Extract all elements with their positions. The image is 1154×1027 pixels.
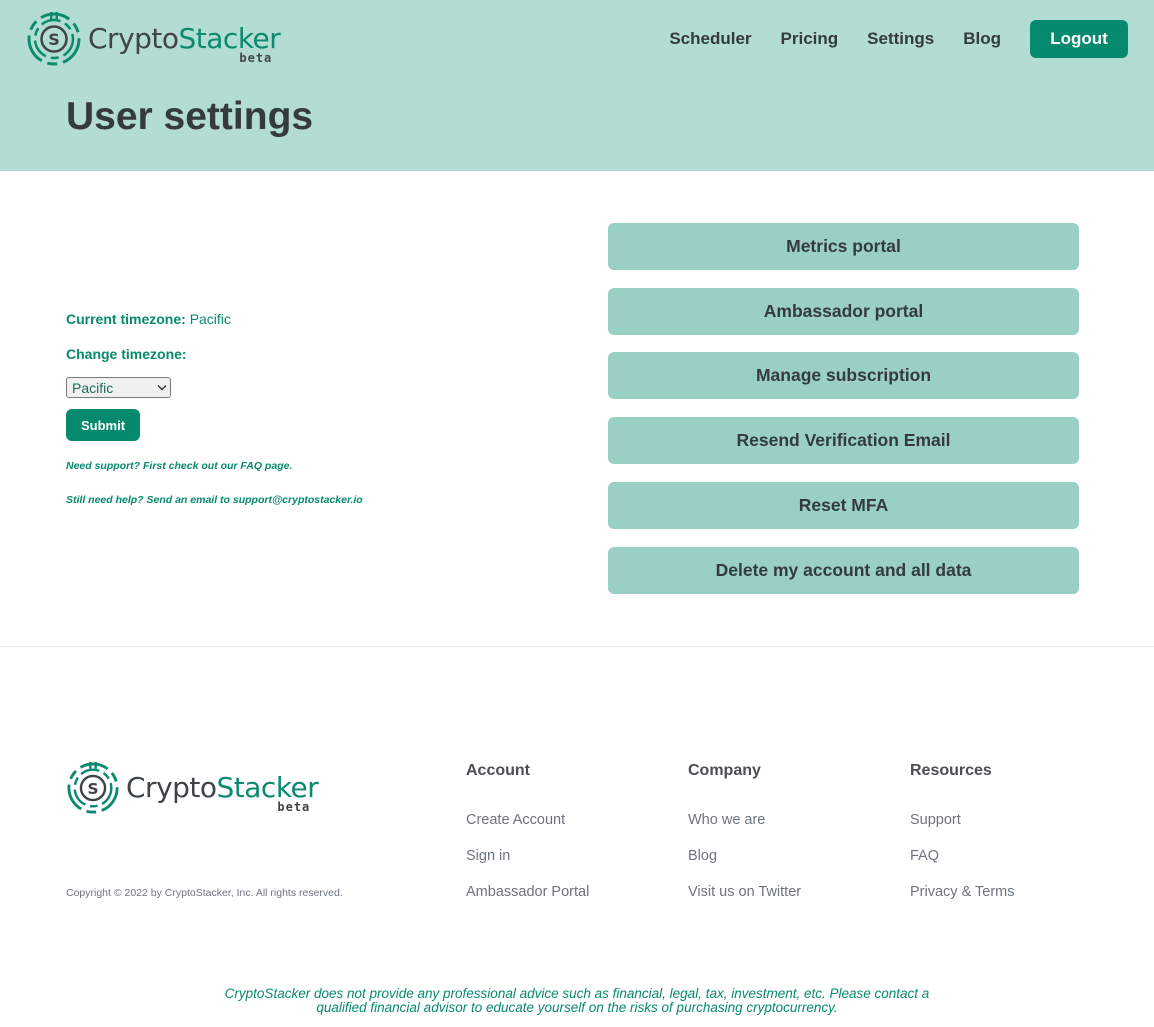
coin-logo-icon: S xyxy=(27,12,81,66)
metrics-portal-button[interactable]: Metrics portal xyxy=(608,223,1079,270)
main-nav: Scheduler Pricing Settings Blog Logout xyxy=(640,20,1128,58)
footer-link-privacy-terms[interactable]: Privacy & Terms xyxy=(910,884,1014,900)
footer-column-title: Company xyxy=(688,762,761,779)
footer-logo[interactable]: S CryptoStacker beta xyxy=(66,761,319,815)
footer-column-title: Resources xyxy=(910,762,992,779)
brand-logo[interactable]: S CryptoStacker beta xyxy=(26,11,281,67)
page-title: User settings xyxy=(66,95,314,138)
footer-link-ambassador-portal[interactable]: Ambassador Portal xyxy=(466,884,589,900)
brand-beta-tag: beta xyxy=(239,51,273,65)
timezone-selected-value: Pacific xyxy=(72,379,114,396)
disclaimer-line-2: qualified financial advisor to educate y… xyxy=(316,1000,838,1015)
footer-link-faq[interactable]: FAQ xyxy=(910,848,939,864)
footer-column-company: Company Who we are Blog Visit us on Twit… xyxy=(688,762,801,900)
footer-brand-name-part1: Crypto xyxy=(126,771,217,804)
nav-blog[interactable]: Blog xyxy=(963,29,1001,49)
footer-column-resources: Resources Support FAQ Privacy & Terms xyxy=(910,762,1014,900)
brand-wordmark: CryptoStacker beta xyxy=(88,22,281,66)
current-timezone: Current timezone: Pacific xyxy=(66,311,231,327)
ambassador-portal-button[interactable]: Ambassador portal xyxy=(608,288,1079,335)
nav-settings[interactable]: Settings xyxy=(867,29,934,49)
support-faq-text[interactable]: Need support? First check out our FAQ pa… xyxy=(66,460,292,472)
footer-brand-beta-tag: beta xyxy=(277,800,311,814)
nav-pricing[interactable]: Pricing xyxy=(781,29,839,49)
footer-column-account: Account Create Account Sign in Ambassado… xyxy=(466,762,589,900)
copyright-text: Copyright © 2022 by CryptoStacker, Inc. … xyxy=(66,887,343,899)
change-timezone-label: Change timezone: xyxy=(66,346,187,362)
logout-button[interactable]: Logout xyxy=(1030,20,1128,58)
reset-mfa-button[interactable]: Reset MFA xyxy=(608,482,1079,529)
footer-column-title: Account xyxy=(466,762,530,779)
delete-account-button[interactable]: Delete my account and all data xyxy=(608,547,1079,594)
disclaimer-text: CryptoStacker does not provide any profe… xyxy=(150,987,1004,1015)
footer-link-who-we-are[interactable]: Who we are xyxy=(688,812,765,828)
svg-text:S: S xyxy=(87,780,98,798)
submit-button[interactable]: Submit xyxy=(66,409,140,441)
section-divider xyxy=(0,646,1154,647)
support-email-text[interactable]: Still need help? Send an email to suppor… xyxy=(66,494,363,506)
footer-brand-wordmark: CryptoStacker beta xyxy=(126,771,319,815)
disclaimer-line-1: CryptoStacker does not provide any profe… xyxy=(224,986,930,1001)
timezone-select[interactable]: Pacific xyxy=(66,377,171,398)
resend-verification-email-button[interactable]: Resend Verification Email xyxy=(608,417,1079,464)
manage-subscription-button[interactable]: Manage subscription xyxy=(608,352,1079,399)
footer-link-support[interactable]: Support xyxy=(910,812,961,828)
footer-link-create-account[interactable]: Create Account xyxy=(466,812,565,828)
current-timezone-value: Pacific xyxy=(189,311,231,327)
svg-text:S: S xyxy=(48,30,60,49)
footer-link-sign-in[interactable]: Sign in xyxy=(466,848,510,864)
nav-scheduler[interactable]: Scheduler xyxy=(669,29,751,49)
footer-link-twitter[interactable]: Visit us on Twitter xyxy=(688,884,801,900)
coin-logo-icon: S xyxy=(67,761,119,814)
brand-name-part1: Crypto xyxy=(88,22,179,55)
footer-link-blog[interactable]: Blog xyxy=(688,848,717,864)
chevron-down-icon xyxy=(154,381,170,395)
current-timezone-label: Current timezone: xyxy=(66,311,186,327)
